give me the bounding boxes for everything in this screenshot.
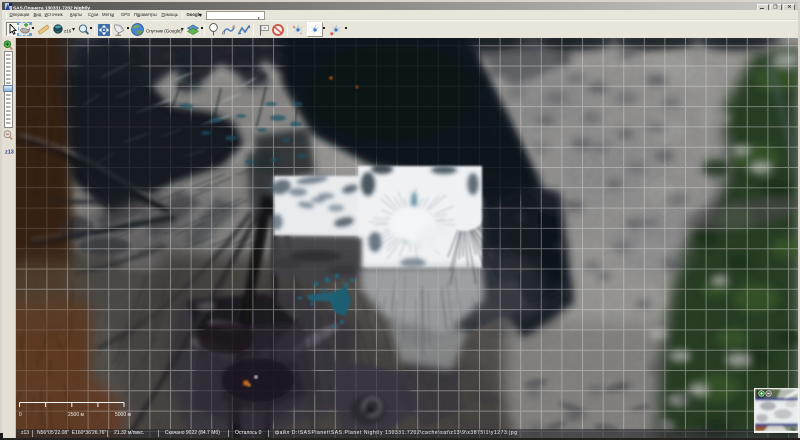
svg-text:0: 0 (19, 412, 22, 418)
svg-text:5000 м: 5000 м (115, 412, 132, 418)
svg-text:2500 м: 2500 м (68, 412, 85, 418)
